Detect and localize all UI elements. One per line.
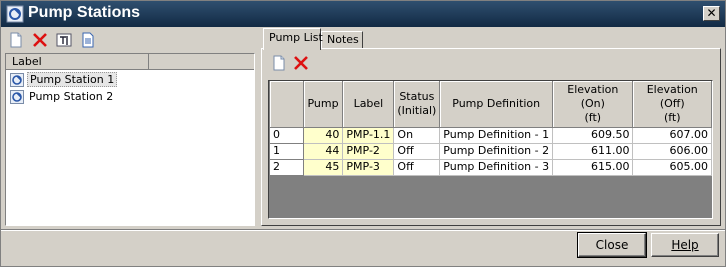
table-row[interactable]: 0 40 PMP-1.1 On Pump Definition - 1 609.… (269, 126, 712, 144)
column-header-elevation-off[interactable]: Elevation (Off) (ft) (632, 81, 712, 128)
pump-station-list[interactable]: Label Pump Station 1 Pump Station 2 (5, 53, 255, 226)
pump-stations-window: Pump Stations ✕ Label Pump Station 1 Pum… (0, 0, 726, 267)
delete-icon[interactable] (31, 31, 49, 49)
delete-icon[interactable] (292, 54, 310, 72)
elevation-on-cell[interactable]: 611.00 (552, 142, 634, 160)
status-cell[interactable]: On (393, 126, 441, 144)
table-row[interactable]: 2 45 PMP-3 Off Pump Definition - 3 615.0… (269, 158, 712, 176)
label-cell[interactable]: PMP-2 (342, 142, 395, 160)
row-index-header (269, 81, 304, 128)
close-button[interactable]: Close (577, 232, 647, 258)
pump-cell[interactable]: 40 (302, 126, 344, 144)
status-cell[interactable]: Off (393, 158, 441, 176)
pump-station-icon (6, 5, 24, 23)
pump-definition-cell[interactable]: Pump Definition - 1 (439, 126, 554, 144)
pump-table: Pump Label Status (Initial) Pump Definit… (269, 81, 712, 176)
label-cell[interactable]: PMP-3 (342, 158, 395, 176)
column-header-status[interactable]: Status (Initial) (393, 81, 441, 128)
pump-definition-cell[interactable]: Pump Definition - 3 (439, 158, 554, 176)
details-panel: Pump List Notes Pump Label Status (Initi… (261, 28, 721, 226)
status-cell[interactable]: Off (393, 142, 441, 160)
help-button-label: Help (671, 238, 699, 252)
title-bar[interactable]: Pump Stations ✕ (1, 1, 725, 27)
pump-definition-cell[interactable]: Pump Definition - 2 (439, 142, 554, 160)
pump-cell[interactable]: 45 (302, 158, 344, 176)
report-icon[interactable] (79, 31, 97, 49)
column-header-elevation-on[interactable]: Elevation (On) (ft) (552, 81, 634, 128)
window-title: Pump Stations (28, 4, 141, 21)
pump-grid[interactable]: Pump Label Status (Initial) Pump Definit… (268, 80, 713, 219)
row-index[interactable]: 1 (269, 142, 304, 160)
divider (1, 229, 725, 231)
help-button[interactable]: Help (651, 233, 719, 257)
elevation-off-cell[interactable]: 607.00 (632, 126, 712, 144)
pump-station-icon (10, 90, 24, 104)
tab-notes[interactable]: Notes (321, 31, 363, 49)
row-index[interactable]: 0 (269, 126, 304, 144)
new-icon[interactable] (7, 31, 25, 49)
tab-content: Pump Label Status (Initial) Pump Definit… (261, 48, 721, 226)
elevation-off-cell[interactable]: 606.00 (632, 142, 712, 160)
column-header-pump[interactable]: Pump (303, 81, 344, 128)
new-icon[interactable] (270, 54, 288, 72)
close-window-button[interactable]: ✕ (703, 6, 720, 21)
elevation-on-cell[interactable]: 615.00 (552, 158, 634, 176)
row-index[interactable]: 2 (269, 158, 304, 176)
elevation-on-cell[interactable]: 609.50 (552, 126, 634, 144)
pump-station-icon (10, 73, 24, 87)
elevation-off-cell[interactable]: 605.00 (632, 158, 712, 176)
list-header: Label (6, 54, 254, 70)
column-header-label[interactable]: Label (342, 81, 395, 128)
pump-cell[interactable]: 44 (302, 142, 344, 160)
list-item-label: Pump Station 2 (29, 90, 114, 103)
column-header-pump-definition[interactable]: Pump Definition (439, 81, 554, 128)
label-cell[interactable]: PMP-1.1 (342, 126, 395, 144)
label-column-header[interactable]: Label (6, 54, 149, 70)
list-item-label: Pump Station 1 (27, 72, 118, 87)
rename-icon[interactable] (55, 31, 73, 49)
table-row[interactable]: 1 44 PMP-2 Off Pump Definition - 2 611.0… (269, 142, 712, 160)
tab-pump-list[interactable]: Pump List (263, 28, 323, 50)
